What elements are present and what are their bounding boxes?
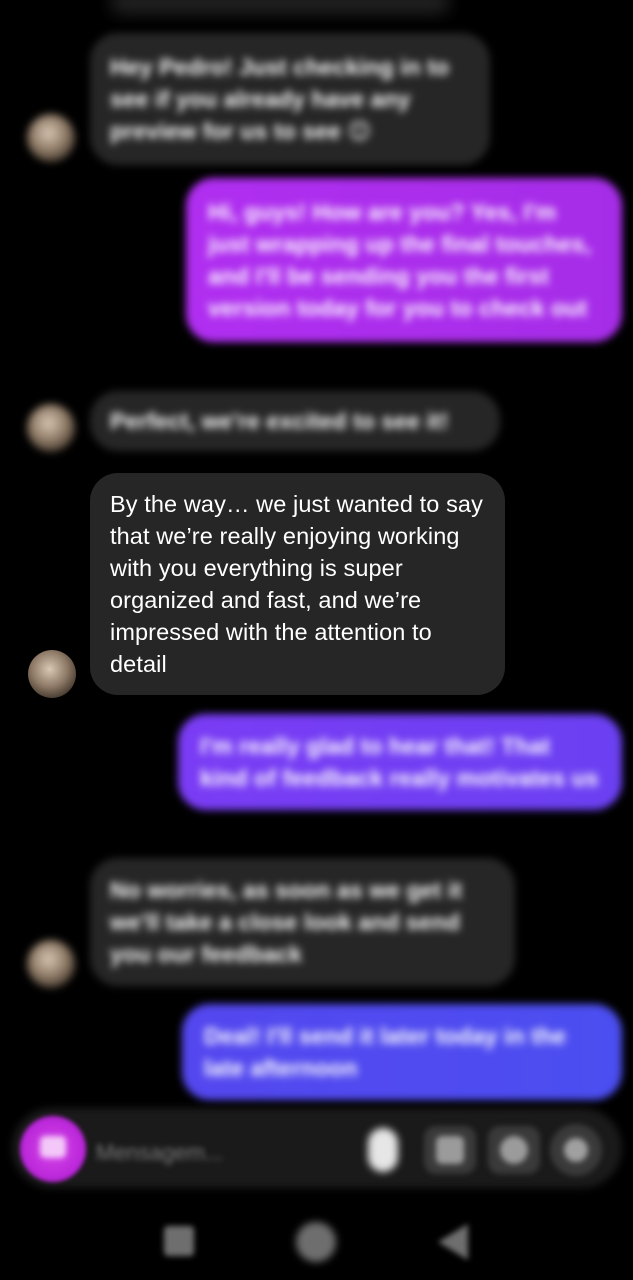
add-button[interactable] — [550, 1124, 602, 1176]
previous-message-edge — [110, 0, 450, 14]
sticker-icon — [500, 1136, 528, 1164]
back-icon[interactable] — [438, 1224, 468, 1260]
add-icon — [564, 1138, 588, 1162]
message-bubble-outgoing[interactable]: I'm really glad to hear that! That kind … — [178, 714, 622, 810]
message-text: Hey Pedro! Just checking in to see if yo… — [110, 54, 450, 144]
message-text: By the way… we just wanted to say that w… — [110, 491, 483, 677]
home-icon[interactable] — [296, 1222, 336, 1262]
recent-apps-icon[interactable] — [164, 1226, 194, 1256]
message-bubble-outgoing[interactable]: Hi, guys! How are you? Yes, I'm just wra… — [186, 178, 622, 342]
contact-avatar[interactable] — [27, 940, 75, 988]
contact-avatar[interactable] — [28, 650, 76, 698]
message-text: Perfect, we're excited to see it! — [110, 408, 449, 434]
contact-avatar[interactable] — [27, 114, 75, 162]
message-text: Hi, guys! How are you? Yes, I'm just wra… — [208, 199, 592, 321]
microphone-icon[interactable] — [368, 1128, 398, 1172]
message-bubble-outgoing[interactable]: Deal! I'll send it later today in the la… — [182, 1004, 622, 1100]
message-bubble-incoming[interactable]: Perfect, we're excited to see it! — [90, 391, 500, 451]
message-bubble-incoming[interactable]: Hey Pedro! Just checking in to see if yo… — [90, 33, 490, 165]
message-text: I'm really glad to hear that! That kind … — [200, 733, 599, 791]
message-text: No worries, as soon as we get it we'll t… — [110, 877, 463, 967]
gallery-button[interactable] — [424, 1126, 476, 1174]
message-input[interactable]: Mensagem... — [96, 1140, 223, 1166]
message-text: Deal! I'll send it later today in the la… — [204, 1023, 566, 1081]
sticker-button[interactable] — [488, 1126, 540, 1174]
camera-icon — [40, 1136, 66, 1158]
message-bubble-incoming[interactable]: No worries, as soon as we get it we'll t… — [90, 858, 515, 986]
message-bubble-incoming[interactable]: By the way… we just wanted to say that w… — [90, 473, 505, 695]
chat-thread[interactable]: Hey Pedro! Just checking in to see if yo… — [0, 0, 633, 1110]
gallery-icon — [436, 1136, 464, 1164]
contact-avatar[interactable] — [27, 404, 75, 452]
